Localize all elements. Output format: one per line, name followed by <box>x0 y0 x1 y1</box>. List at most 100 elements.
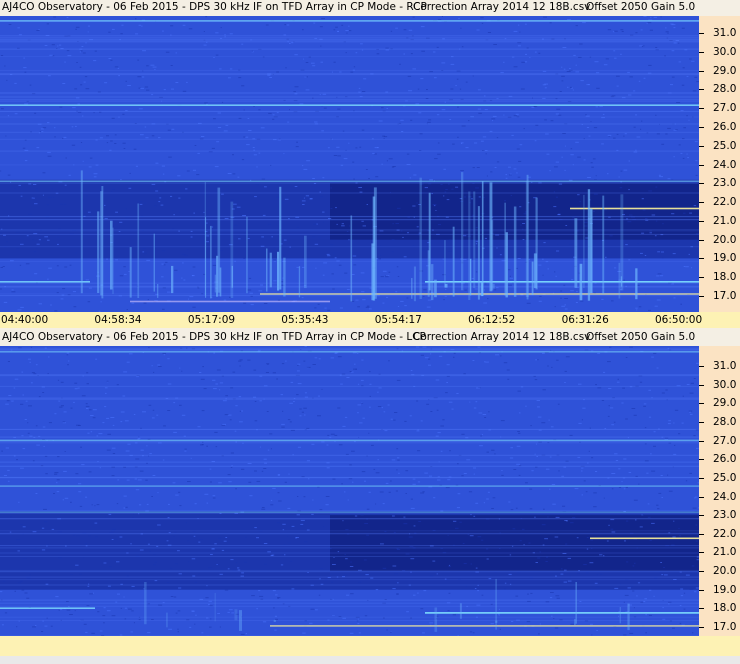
burst-streak <box>279 186 282 290</box>
burst-streak <box>579 263 583 301</box>
freq-tick <box>699 496 704 498</box>
interference-line <box>425 612 699 614</box>
freq-label: 17.0 <box>713 290 737 302</box>
time-label: 06:12:52 <box>468 314 516 326</box>
spectrogram-background <box>0 346 699 636</box>
freq-tick <box>699 145 704 147</box>
status-strip <box>0 656 740 664</box>
spectrogram-lcp[interactable] <box>0 346 699 636</box>
freq-tick <box>699 70 704 72</box>
burst-streak <box>627 603 630 631</box>
spectrogram-canvas <box>0 16 699 312</box>
freq-tick <box>699 126 704 128</box>
freq-label: 17.0 <box>713 621 737 633</box>
freq-tick <box>699 440 704 442</box>
burst-streak <box>97 211 100 293</box>
burst-streak <box>214 274 217 293</box>
burst-streak <box>602 195 605 294</box>
burst-streak <box>452 226 455 297</box>
correction-text: Correction Array 2014 12 18B.csv <box>413 1 591 13</box>
burst-streak <box>533 253 537 289</box>
freq-label: 24.0 <box>713 158 737 171</box>
burst-streak <box>526 174 529 300</box>
dark-band <box>330 515 699 572</box>
interference-line <box>0 281 90 283</box>
burst-streak <box>531 261 534 296</box>
freq-tick <box>699 552 704 554</box>
offset-text: Offset 2050 <box>586 1 648 13</box>
time-label: 05:54:17 <box>374 314 422 326</box>
burst-streak <box>239 610 242 631</box>
burst-streak <box>246 216 248 294</box>
freq-tick <box>699 239 704 241</box>
freq-label: 28.0 <box>713 415 737 428</box>
burst-streak <box>171 265 174 294</box>
time-label: 06:50:00 <box>655 314 703 326</box>
burst-streak <box>269 252 272 288</box>
burst-streak <box>574 218 578 288</box>
freq-tick <box>699 627 704 628</box>
freq-label: 26.0 <box>713 120 737 133</box>
interference-line <box>270 625 699 627</box>
burst-streak <box>430 264 434 301</box>
freq-label: 29.0 <box>713 64 737 77</box>
burst-streak <box>504 202 506 296</box>
freq-tick <box>699 477 704 479</box>
burst-streak <box>298 266 301 298</box>
frequency-axis-rcp: 31.0 30.0 29.0 28.0 27.0 26.0 25.0 24.0 23.0 22.0… <box>699 16 740 312</box>
interference-line <box>0 511 699 513</box>
burst-streak <box>214 592 216 622</box>
burst-streak <box>635 268 638 300</box>
freq-label: 23.0 <box>713 177 737 190</box>
burst-streak <box>411 278 413 299</box>
burst-streak <box>277 251 280 291</box>
time-axis-lcp <box>0 636 740 656</box>
burst-streak <box>434 607 438 632</box>
freq-label: 22.0 <box>713 196 737 209</box>
freq-tick <box>699 89 704 91</box>
interference-line <box>0 104 699 106</box>
burst-streak <box>513 206 517 297</box>
freq-label: 20.0 <box>713 565 737 578</box>
interference-line <box>0 485 699 487</box>
burst-streak <box>157 284 159 298</box>
burst-streak <box>434 279 437 298</box>
burst-streak <box>495 620 498 623</box>
freq-tick <box>699 366 704 367</box>
title-text: AJ4CO Observatory - 06 Feb 2015 - DPS 30… <box>2 1 427 13</box>
freq-tick <box>699 183 704 185</box>
spectrogram-rcp[interactable] <box>0 16 699 312</box>
interference-line <box>0 20 699 22</box>
burst-streak <box>137 203 140 298</box>
burst-streak <box>590 208 593 293</box>
burst-streak <box>110 220 113 290</box>
freq-tick <box>699 296 704 297</box>
freq-tick <box>699 258 704 260</box>
freq-tick <box>699 384 704 386</box>
freq-label: 18.0 <box>713 271 737 284</box>
spectrogram-background <box>0 16 699 312</box>
freq-label: 28.0 <box>713 83 737 96</box>
freq-tick <box>699 459 704 461</box>
freq-tick <box>699 277 704 279</box>
burst-streak <box>444 240 446 288</box>
freq-label: 26.0 <box>713 453 737 466</box>
burst-streak <box>490 220 494 291</box>
correction-text: Correction Array 2014 12 18B.csv <box>413 331 591 343</box>
interference-line <box>425 281 699 283</box>
burst-streak <box>166 612 168 628</box>
freq-label: 21.0 <box>713 214 737 227</box>
burst-streak <box>283 257 286 297</box>
offset-text: Offset 2050 <box>586 331 648 343</box>
burst-streak <box>266 248 268 292</box>
interference-line <box>130 300 330 303</box>
freq-tick <box>699 571 704 573</box>
freq-tick <box>699 51 704 53</box>
burst-streak <box>273 619 276 622</box>
burst-streak <box>459 603 462 619</box>
burst-streak <box>373 187 377 299</box>
freq-label: 24.0 <box>713 490 737 503</box>
burst-streak <box>468 191 471 300</box>
burst-streak <box>304 235 307 289</box>
burst-streak <box>80 170 83 294</box>
